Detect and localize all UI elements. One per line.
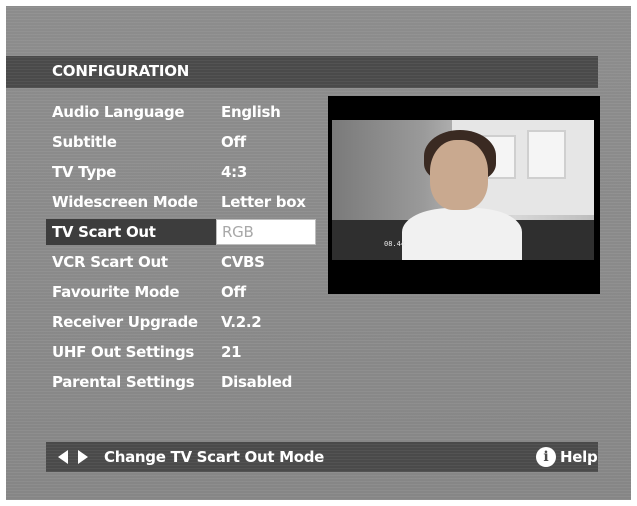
- background-window: [527, 130, 566, 179]
- menu-item-tv-type[interactable]: TV Type 4:3: [46, 159, 326, 185]
- menu-item-label: TV Scart Out: [52, 223, 156, 241]
- arrow-right-icon: [78, 450, 88, 464]
- menu-item-parental-settings[interactable]: Parental Settings Disabled: [46, 369, 326, 395]
- presenter-face: [430, 140, 488, 210]
- video-preview: 08.44: [328, 96, 600, 294]
- header-bar: CONFIGURATION: [6, 56, 598, 88]
- menu-item-vcr-scart-out[interactable]: VCR Scart Out CVBS: [46, 249, 326, 275]
- menu-item-value: V.2.2: [221, 313, 262, 331]
- menu-item-value: CVBS: [221, 253, 265, 271]
- info-icon[interactable]: i: [536, 447, 556, 467]
- menu-item-value: 21: [221, 343, 242, 361]
- left-right-arrows: [58, 449, 98, 465]
- page-title: CONFIGURATION: [52, 62, 190, 80]
- menu-item-widescreen-mode[interactable]: Widescreen Mode Letter box: [46, 189, 326, 215]
- menu-item-label: VCR Scart Out: [52, 253, 168, 271]
- menu-item-uhf-out-settings[interactable]: UHF Out Settings 21: [46, 339, 326, 365]
- presenter-body: [402, 208, 522, 260]
- menu-item-label: Subtitle: [52, 133, 117, 151]
- menu-item-label: Widescreen Mode: [52, 193, 198, 211]
- menu-item-tv-scart-out[interactable]: TV Scart Out RGB: [46, 219, 326, 245]
- menu-item-value: Letter box: [221, 193, 306, 211]
- menu-item-label: Parental Settings: [52, 373, 195, 391]
- menu-item-value: Off: [221, 283, 246, 301]
- arrow-left-icon: [58, 450, 68, 464]
- menu-item-label: Audio Language: [52, 103, 185, 121]
- menu-item-label: UHF Out Settings: [52, 343, 195, 361]
- menu-item-value: RGB: [222, 223, 254, 241]
- menu-item-subtitle[interactable]: Subtitle Off: [46, 129, 326, 155]
- footer-bar: Change TV Scart Out Mode i Help: [46, 442, 598, 472]
- menu-item-value: 4:3: [221, 163, 247, 181]
- menu-item-favourite-mode[interactable]: Favourite Mode Off: [46, 279, 326, 305]
- menu-item-label: Receiver Upgrade: [52, 313, 198, 331]
- menu-item-audio-language[interactable]: Audio Language English: [46, 99, 326, 125]
- menu-item-value: Disabled: [221, 373, 293, 391]
- help-label[interactable]: Help: [560, 448, 598, 466]
- menu-item-label: TV Type: [52, 163, 117, 181]
- menu-item-receiver-upgrade[interactable]: Receiver Upgrade V.2.2: [46, 309, 326, 335]
- menu-item-label: Favourite Mode: [52, 283, 180, 301]
- menu-item-value: Off: [221, 133, 246, 151]
- preview-picture: 08.44: [332, 120, 594, 260]
- menu-item-value: English: [221, 103, 281, 121]
- hint-text: Change TV Scart Out Mode: [104, 448, 325, 466]
- tv-screen: CONFIGURATION Audio Language English Sub…: [6, 6, 631, 500]
- preview-timecode: 08.44: [384, 240, 406, 248]
